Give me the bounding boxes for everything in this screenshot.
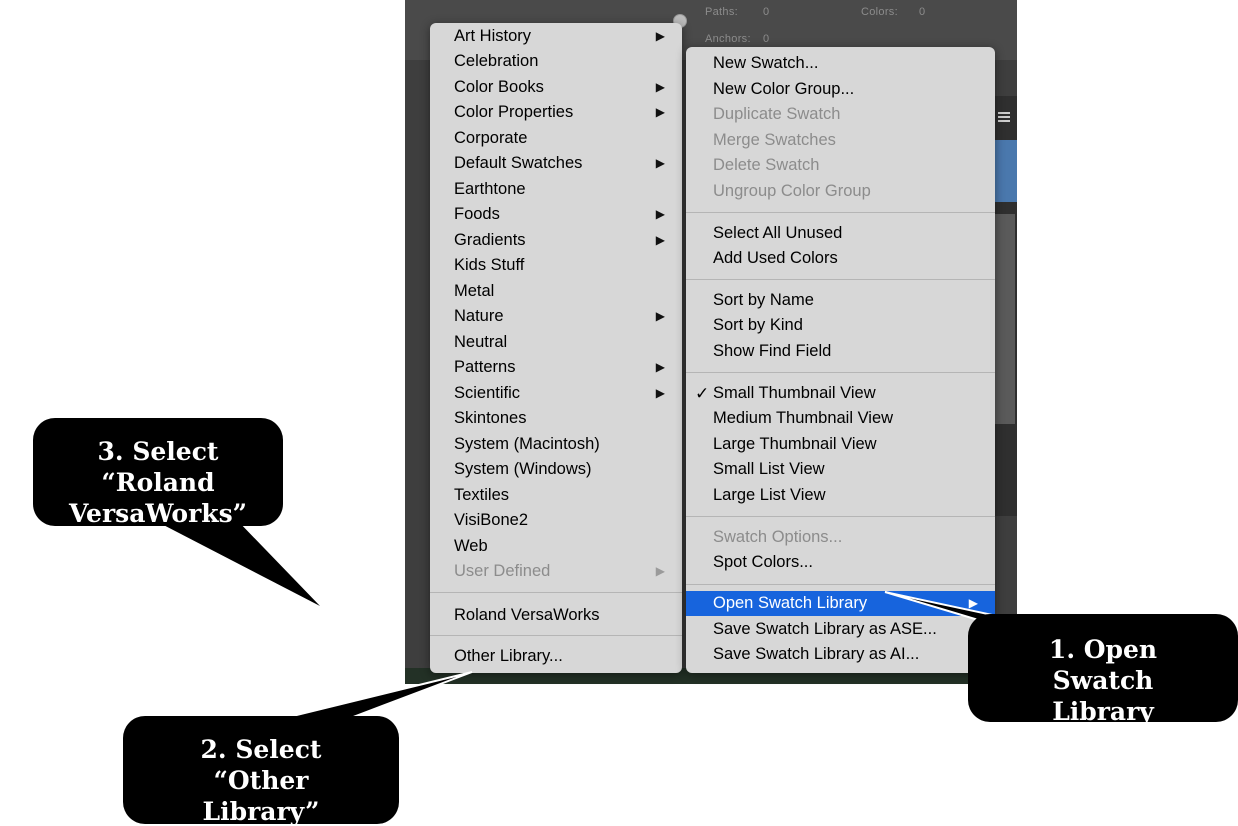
- callout-step2: 2. Select “Other Library”: [123, 716, 399, 824]
- callout-step3: 3. Select “Roland VersaWorks”: [33, 418, 283, 526]
- callout-pointer-step2: [267, 671, 473, 723]
- callout-step1: 1. Open Swatch Library: [968, 614, 1238, 722]
- callout-pointer-step3: [150, 518, 320, 606]
